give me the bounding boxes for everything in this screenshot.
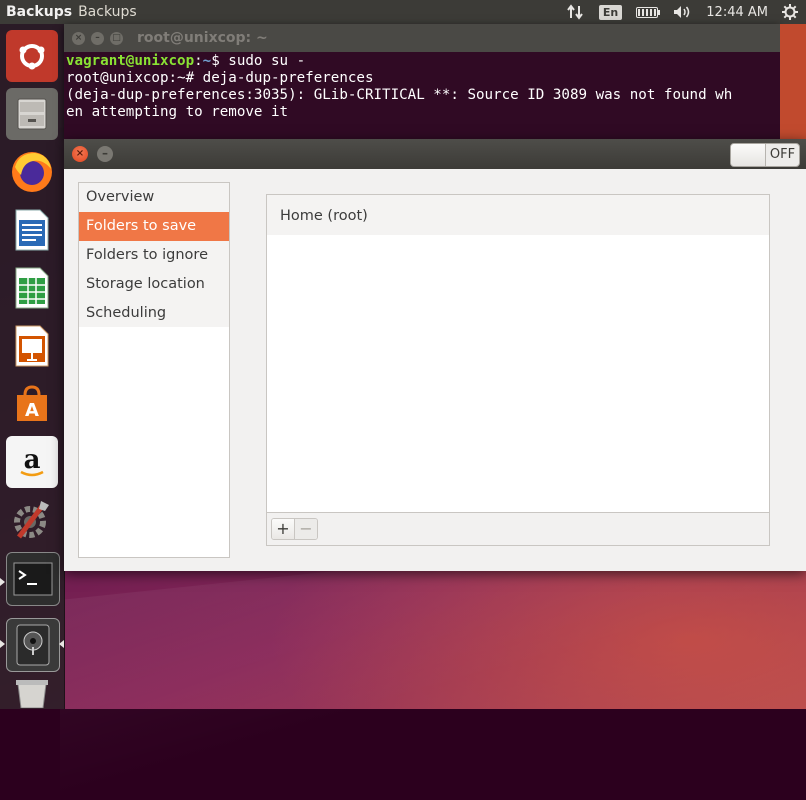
folder-list-toolbar: + −	[267, 512, 769, 545]
terminal-line-5: en attempting to remove it	[66, 104, 289, 120]
minimize-button[interactable]: –	[97, 146, 113, 162]
close-button[interactable]: ×	[72, 146, 88, 162]
libreoffice-impress-icon[interactable]	[6, 320, 58, 372]
add-folder-button[interactable]: +	[272, 519, 294, 539]
terminal-line-1: vagrant@unixcop:~$ sudo su -	[66, 53, 306, 69]
menu-window-title[interactable]: Backups	[78, 4, 137, 20]
automatic-backup-switch[interactable]: OFF	[730, 143, 800, 167]
sidebar: Overview Folders to save Folders to igno…	[78, 182, 230, 558]
gear-icon[interactable]	[782, 4, 798, 20]
svg-text:a: a	[24, 445, 41, 475]
terminal-line-2: root@unixcop:~# deja-dup-preferences	[66, 70, 374, 86]
backups-titlebar[interactable]: × – OFF	[64, 139, 806, 169]
clock[interactable]: 12:44 AM	[706, 5, 768, 20]
terminal-line-4: (deja-dup-preferences:3035): GLib-CRITIC…	[66, 87, 733, 103]
folder-list-item[interactable]: Home (root)	[267, 195, 769, 235]
backups-focused-indicator	[59, 640, 64, 648]
software-center-icon[interactable]: A	[6, 378, 58, 430]
backups-icon[interactable]	[6, 618, 60, 672]
terminal-maximize-button[interactable]: □	[110, 31, 123, 45]
indicator-area: En 12:44 AM	[567, 0, 798, 24]
terminal-running-indicator	[0, 578, 5, 586]
sidebar-list: Overview Folders to save Folders to igno…	[79, 183, 229, 327]
terminal-title: root@unixcop: ~	[137, 30, 268, 46]
ubuntu-dash-icon[interactable]	[6, 30, 58, 82]
firefox-icon[interactable]	[6, 146, 58, 198]
sidebar-item-scheduling[interactable]: Scheduling	[79, 299, 229, 328]
terminal-close-button[interactable]: ×	[72, 31, 85, 45]
background-window-edge	[780, 24, 806, 139]
sidebar-item-folders-to-save[interactable]: Folders to save	[79, 212, 229, 241]
terminal-titlebar[interactable]: × – □ root@unixcop: ~	[64, 24, 780, 52]
folders-to-save-panel: Home (root) + −	[266, 194, 770, 546]
terminal-minimize-button[interactable]: –	[91, 31, 104, 45]
libreoffice-calc-icon[interactable]	[6, 262, 58, 314]
files-icon[interactable]	[6, 88, 58, 140]
backups-running-indicator	[0, 640, 5, 648]
network-arrows-icon[interactable]	[567, 4, 585, 20]
volume-icon[interactable]	[672, 4, 692, 20]
system-settings-icon[interactable]	[6, 494, 58, 546]
switch-knob	[731, 144, 766, 166]
active-app-name: Backups	[6, 4, 73, 20]
launcher: A a	[0, 24, 65, 709]
switch-state-label: OFF	[769, 147, 796, 162]
libreoffice-writer-icon[interactable]	[6, 204, 58, 256]
battery-icon[interactable]	[636, 6, 661, 18]
trash-icon[interactable]	[6, 676, 58, 709]
keyboard-language-indicator[interactable]: En	[598, 4, 623, 20]
svg-text:A: A	[25, 400, 39, 421]
terminal-output[interactable]: vagrant@unixcop:~$ sudo su - root@unixcop…	[64, 52, 780, 139]
terminal-icon[interactable]	[6, 552, 60, 606]
amazon-icon[interactable]: a	[6, 436, 58, 488]
sidebar-item-overview[interactable]: Overview	[79, 183, 229, 212]
terminal-window[interactable]: × – □ root@unixcop: ~ vagrant@unixcop:~$…	[64, 24, 806, 139]
backups-window: × – OFF Overview Folders to save Folders…	[64, 139, 806, 571]
backups-content: Overview Folders to save Folders to igno…	[64, 170, 806, 571]
remove-folder-button[interactable]: −	[294, 519, 317, 539]
top-panel: Backups Backups En 12:44 AM	[0, 0, 806, 24]
sidebar-item-folders-to-ignore[interactable]: Folders to ignore	[79, 241, 229, 270]
sidebar-item-storage-location[interactable]: Storage location	[79, 270, 229, 299]
